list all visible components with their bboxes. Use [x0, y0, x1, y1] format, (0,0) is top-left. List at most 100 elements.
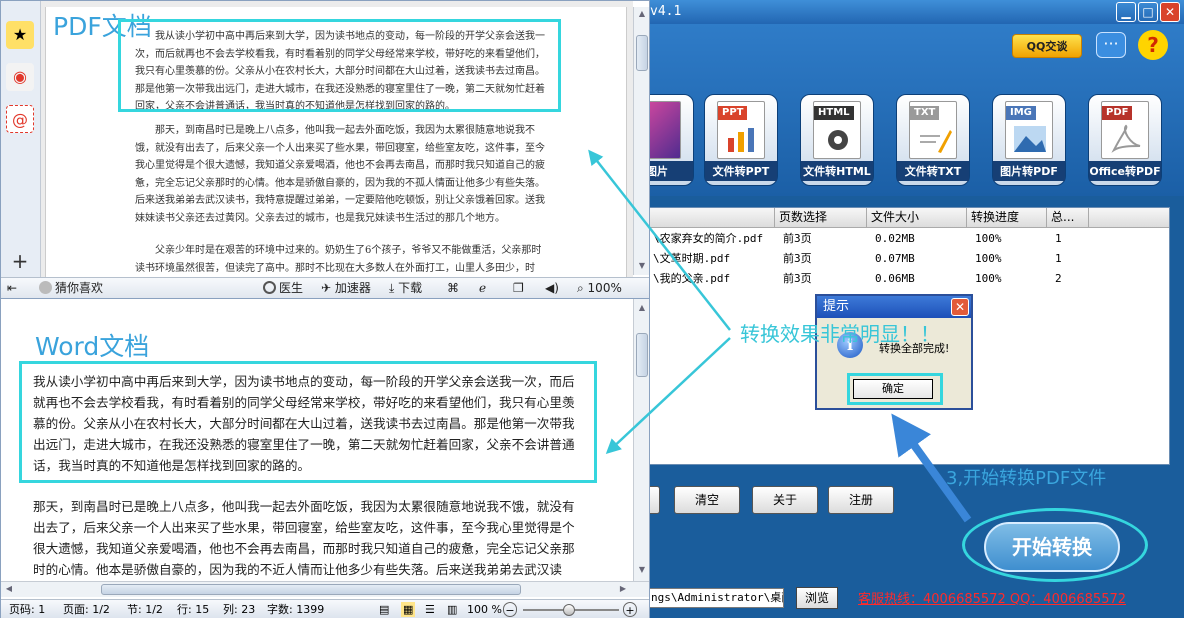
pdf-reader-window: ★ ◉ @ + PDF文档 我从读小学初中高中再后来到大学，因为读书地点的变动，…: [0, 0, 650, 298]
chart-icon: [728, 128, 754, 152]
html-doc-icon: HTML: [813, 101, 861, 159]
zoom-level: 100 %: [467, 603, 502, 616]
about-button[interactable]: 关于: [752, 486, 818, 514]
pdf-doc-icon: PDF: [1101, 101, 1149, 159]
acrobat-icon: [1111, 124, 1141, 153]
gear-icon: [828, 130, 848, 150]
email-icon[interactable]: @: [6, 105, 34, 133]
cell-filename: \我的父亲.pdf: [653, 272, 731, 285]
zoom-slider-handle[interactable]: [563, 604, 575, 616]
tool-to-html[interactable]: HTML 文件转HTML: [800, 94, 874, 186]
tool-office-to-pdf[interactable]: PDF Office转PDF: [1088, 94, 1162, 186]
output-path-input[interactable]: ngs\Administrator\桌面: [648, 588, 784, 608]
status-words: 字数: 1399: [267, 603, 325, 616]
col-header-progress[interactable]: 转换进度: [967, 208, 1047, 228]
add-icon[interactable]: +: [6, 247, 34, 275]
app-version: v4.1: [650, 4, 682, 19]
app-header: QQ交谈 ··· ? 图片 PPT 文件转PPT HTML 文件转HTML TX…: [620, 24, 1184, 196]
cell-pages: 前3页: [783, 252, 812, 265]
col-header-pages[interactable]: 页数选择: [775, 208, 867, 228]
tool-to-txt[interactable]: TXT 文件转TXT: [896, 94, 970, 186]
window-icon[interactable]: ❐: [513, 280, 524, 297]
word-status-bar: 页码: 1 页面: 1/2 节: 1/2 行: 15 列: 23 字数: 139…: [1, 599, 649, 618]
col-header-size[interactable]: 文件大小: [867, 208, 967, 228]
exit-icon[interactable]: ⇤: [7, 280, 17, 297]
word-paragraph: 那天，到南昌时已是晚上八点多，他叫我一起去外面吃饭，我因为太累很随意地说我不饿，…: [33, 499, 575, 577]
col-header-total[interactable]: 总...: [1047, 208, 1089, 228]
favorite-star-icon[interactable]: ★: [6, 21, 34, 49]
scroll-up-icon[interactable]: ▲: [636, 303, 648, 315]
view-web-icon[interactable]: ▥: [447, 602, 457, 617]
status-page-number: 页码: 1: [9, 603, 46, 616]
qq-chat-button[interactable]: QQ交谈: [1012, 34, 1082, 58]
dialog-close-button[interactable]: ✕: [951, 298, 969, 316]
doctor-icon: [263, 281, 276, 294]
hotline-link[interactable]: 客服热线：4006685572 QQ：4006685572: [858, 588, 1126, 607]
zoom-in-button[interactable]: +: [623, 602, 637, 617]
tool-label: Office转PDF: [1089, 161, 1161, 181]
cell-filename: \农家弃女的简介.pdf: [653, 232, 764, 245]
scroll-right-icon[interactable]: ▶: [617, 584, 629, 596]
pdf-paragraph: 父亲少年时是在艰苦的环境中过来的。奶奶生了6个孩子，爷爷又不能做重活，父亲那时读…: [135, 245, 542, 274]
cell-pages: 前3页: [783, 232, 812, 245]
accelerator-button[interactable]: ✈ 加速器: [321, 280, 371, 297]
cell-progress: 100%: [975, 232, 1002, 245]
tool-label: 文件转TXT: [897, 161, 969, 181]
status-row: 行: 15: [177, 603, 210, 616]
pdf-vertical-scrollbar[interactable]: ▲ ▼: [633, 7, 649, 275]
guess-you-like-link[interactable]: 猜你喜欢: [39, 280, 103, 297]
cell-total: 1: [1055, 232, 1062, 245]
scroll-up-icon[interactable]: ▲: [636, 9, 648, 21]
doctor-button[interactable]: 医生: [263, 280, 303, 297]
cell-size: 0.02MB: [875, 232, 915, 245]
download-button[interactable]: ⤓ 下载: [389, 280, 422, 297]
word-viewer-window: Word文档 我从读小学初中高中再后来到大学，因为读书地点的变动，每一阶段的开学…: [0, 298, 650, 618]
help-icon[interactable]: ?: [1138, 30, 1168, 60]
pdf-highlight-box: [118, 19, 561, 112]
cell-progress: 100%: [975, 272, 1002, 285]
chat-icon[interactable]: ···: [1096, 32, 1126, 58]
browse-button[interactable]: 浏览: [796, 587, 838, 609]
completion-dialog: 提示 ✕ i 转换全部完成! 确定: [815, 294, 973, 410]
maximize-button[interactable]: □: [1138, 2, 1158, 22]
close-button[interactable]: ✕: [1160, 2, 1180, 22]
status-col: 列: 23: [223, 603, 256, 616]
register-button[interactable]: 注册: [828, 486, 894, 514]
pencil-icon: [920, 130, 952, 153]
cell-size: 0.06MB: [875, 272, 915, 285]
tool-image-to-pdf[interactable]: IMG 图片转PDF: [992, 94, 1066, 186]
word-horizontal-scrollbar[interactable]: ◀ ▶: [1, 581, 649, 597]
tool-label: 文件转HTML: [801, 161, 873, 181]
volume-icon[interactable]: ◀): [545, 280, 559, 297]
col-header-file[interactable]: [649, 208, 775, 228]
start-convert-button[interactable]: 开始转换: [984, 522, 1120, 572]
view-outline-icon[interactable]: ☰: [425, 602, 435, 617]
effect-caption: 转换效果非常明显！！: [740, 322, 940, 346]
browser-icon[interactable]: ℯ: [479, 280, 486, 297]
magnifier-icon: ⌕: [577, 281, 588, 295]
view-page-icon[interactable]: ▦: [401, 602, 416, 617]
tool-to-ppt[interactable]: PPT 文件转PPT: [704, 94, 778, 186]
scroll-thumb[interactable]: [636, 333, 648, 377]
weibo-icon[interactable]: ◉: [6, 63, 34, 91]
scroll-thumb[interactable]: [636, 35, 648, 71]
download-icon: ⤓: [389, 281, 399, 295]
hscroll-thumb[interactable]: [101, 584, 521, 595]
minimize-button[interactable]: ▁: [1116, 2, 1136, 22]
app-titlebar: v4.1 ▁ □ ✕: [640, 0, 1184, 24]
game-icon[interactable]: ⌘: [447, 280, 459, 297]
dialog-ok-button[interactable]: 确定: [853, 379, 933, 399]
img-doc-icon: IMG: [1005, 101, 1053, 159]
view-normal-icon[interactable]: ▤: [379, 602, 389, 617]
zoom-control[interactable]: ⌕ 100%: [577, 280, 622, 297]
clear-button[interactable]: 清空: [674, 486, 740, 514]
zoom-out-button[interactable]: −: [503, 602, 517, 617]
pdf-paragraph: 那天，到南昌时已是晚上八点多，他叫我一起去外面吃饭，我因为太累很随意地说我不饿，…: [135, 125, 545, 224]
word-vertical-scrollbar[interactable]: ▲ ▼: [633, 299, 649, 581]
scroll-down-icon[interactable]: ▼: [636, 565, 648, 577]
step-caption: 3,开始转换PDF文件: [946, 468, 1107, 489]
scroll-down-icon[interactable]: ▼: [636, 261, 648, 273]
txt-doc-icon: TXT: [909, 101, 957, 159]
col-header-empty: [1089, 208, 1169, 228]
scroll-left-icon[interactable]: ◀: [3, 584, 15, 596]
